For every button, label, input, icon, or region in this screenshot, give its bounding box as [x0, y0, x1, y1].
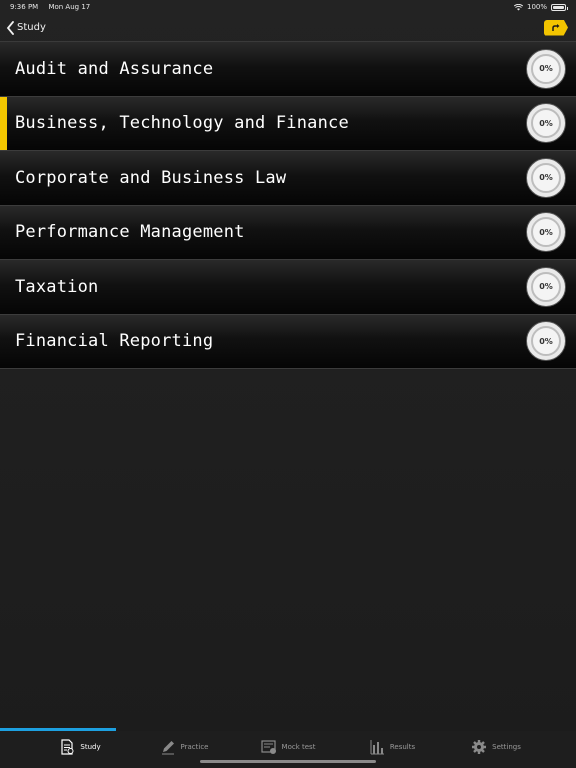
progress-ring: 0%	[526, 212, 566, 253]
mock-test-icon	[260, 739, 276, 754]
subject-row-financial-reporting[interactable]: Financial Reporting 0%	[0, 314, 576, 369]
progress-value: 0%	[531, 326, 561, 357]
share-arrow-icon	[552, 23, 560, 31]
battery-icon	[551, 3, 568, 11]
subject-label: Audit and Assurance	[15, 58, 214, 79]
subject-label: Financial Reporting	[15, 331, 214, 352]
tab-label: Settings	[492, 742, 521, 751]
tab-settings[interactable]: Settings	[444, 739, 548, 755]
progress-ring: 0%	[526, 321, 566, 362]
study-icon	[61, 738, 74, 755]
tab-label: Mock test	[281, 742, 316, 751]
share-button[interactable]	[544, 19, 568, 36]
progress-ring: 0%	[526, 157, 566, 198]
app-window: 9:36 PM Mon Aug 17 100% Study Audit and …	[0, 0, 576, 768]
tab-label: Practice	[180, 742, 209, 751]
subject-row-audit[interactable]: Audit and Assurance 0%	[0, 42, 576, 97]
subject-row-business[interactable]: Business, Technology and Finance 0%	[0, 96, 576, 151]
subject-label: Taxation	[15, 276, 99, 297]
subject-label: Corporate and Business Law	[15, 167, 287, 188]
subject-row-law[interactable]: Corporate and Business Law 0%	[0, 151, 576, 206]
bar-chart-icon	[370, 739, 384, 754]
tab-practice[interactable]: Practice	[132, 739, 236, 755]
progress-ring: 0%	[526, 48, 566, 89]
back-button[interactable]: Study	[6, 20, 46, 35]
progress-value: 0%	[531, 53, 561, 84]
subject-label: Business, Technology and Finance	[15, 113, 349, 134]
subject-row-taxation[interactable]: Taxation 0%	[0, 260, 576, 315]
subject-label: Performance Management	[15, 222, 245, 243]
progress-value: 0%	[531, 271, 561, 302]
progress-value: 0%	[531, 108, 561, 139]
home-indicator	[200, 760, 376, 763]
progress-ring: 0%	[526, 103, 566, 144]
tab-results[interactable]: Results	[340, 739, 444, 755]
tab-study[interactable]: Study	[28, 738, 132, 755]
progress-value: 0%	[531, 162, 561, 193]
subject-list: Audit and Assurance 0% Business, Technol…	[0, 42, 576, 369]
gear-icon	[472, 739, 487, 754]
progress-value: 0%	[531, 217, 561, 248]
subject-row-performance[interactable]: Performance Management 0%	[0, 205, 576, 260]
tab-label: Results	[389, 742, 416, 751]
navigation-bar: Study	[0, 14, 576, 42]
pencil-icon	[161, 740, 174, 754]
battery-percentage: 100%	[526, 3, 547, 11]
tab-label: Study	[80, 742, 101, 751]
chevron-left-icon	[6, 20, 14, 35]
tab-mock-test[interactable]: Mock test	[236, 739, 340, 755]
wifi-icon	[513, 3, 523, 10]
status-time: 9:36 PM	[10, 3, 39, 11]
back-label: Study	[17, 22, 46, 33]
progress-ring: 0%	[526, 266, 566, 307]
status-bar: 9:36 PM Mon Aug 17 100%	[0, 0, 576, 14]
status-date: Mon Aug 17	[48, 3, 91, 11]
